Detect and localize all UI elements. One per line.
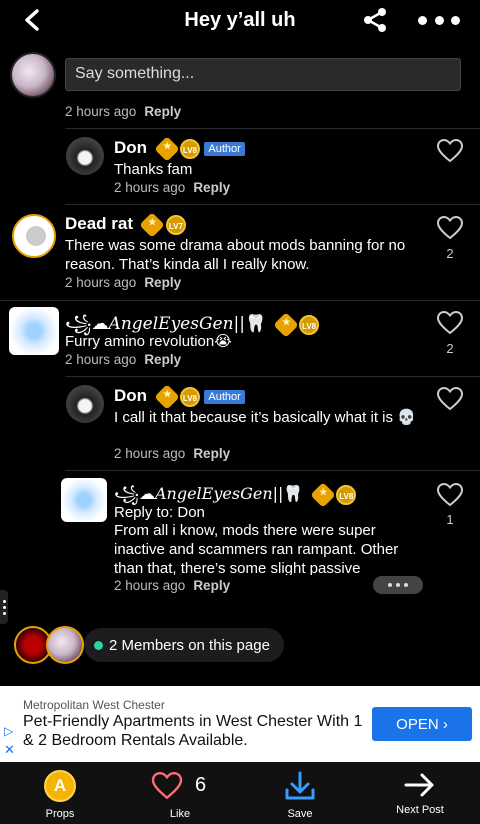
reply-button[interactable]: Reply <box>193 446 230 461</box>
like-heart-icon[interactable] <box>437 387 463 411</box>
comment-meta: 2 hours ago Reply <box>65 275 181 290</box>
comment-meta: 2 hours ago Reply <box>114 446 230 461</box>
comment-text: There was some drama about mods banning … <box>65 237 406 273</box>
members-online-pill[interactable]: 2 Members on this page <box>84 628 284 662</box>
title-badge-icon <box>153 384 180 410</box>
avatar[interactable] <box>66 137 104 175</box>
back-icon[interactable] <box>18 6 46 34</box>
next-post-button[interactable]: Next Post <box>360 762 480 824</box>
online-dot-icon <box>94 640 103 650</box>
comment-time: 2 hours ago <box>114 578 186 593</box>
commenter-name[interactable]: Don <box>114 138 147 157</box>
level-badge: LV8 <box>179 138 200 159</box>
like-heart-icon[interactable] <box>437 483 463 507</box>
save-button[interactable]: Save <box>240 762 360 824</box>
comment-time: 2 hours ago <box>65 352 137 367</box>
props-coin-icon: A <box>44 770 76 802</box>
ad-open-button[interactable]: OPEN › <box>372 707 472 741</box>
avatar[interactable] <box>9 307 59 355</box>
download-icon <box>285 771 315 800</box>
members-label: 2 Members on this page <box>109 636 270 654</box>
ad-info-icon[interactable]: ▷ <box>4 724 16 740</box>
title-badge-icon <box>139 212 166 238</box>
like-heart-icon[interactable] <box>437 139 463 163</box>
like-count: 6 <box>195 774 207 796</box>
reply-button[interactable]: Reply <box>144 352 181 367</box>
more-options-icon[interactable] <box>418 8 460 32</box>
comment-composer: Say something... <box>0 50 480 102</box>
like-count: 1 <box>446 512 454 527</box>
props-label: Props <box>45 808 75 820</box>
reply-to-label[interactable]: Reply to: Don <box>114 503 205 522</box>
like-count: 2 <box>446 246 454 261</box>
level-badge: LV8 <box>336 484 357 505</box>
bottom-nav: A Props 6 Like Save Next Post <box>0 762 480 824</box>
like-button[interactable]: 6 Like <box>120 762 240 824</box>
ad-headline[interactable]: Pet-Friendly Apartments in West Chester … <box>23 712 363 750</box>
comment-header: Don LV8 Author <box>114 136 245 162</box>
arrow-right-icon <box>404 773 434 797</box>
side-drawer-handle[interactable] <box>0 590 8 624</box>
comment-header: Dead rat LV7 <box>65 212 186 238</box>
reply-button[interactable]: Reply <box>144 104 181 119</box>
ad-close-icon[interactable]: ✕ <box>4 742 16 758</box>
comment-header: Don LV8 Author <box>114 384 245 410</box>
comment-text: Furry amino revolution😭 <box>65 333 232 350</box>
comment-text: From all i know, mods there were super i… <box>114 522 399 575</box>
comment-text: Thanks fam <box>114 161 193 178</box>
comment-time: 2 hours ago <box>114 446 186 461</box>
comment-meta: 2 hours ago Reply <box>65 104 181 119</box>
like-label: Like <box>169 808 191 820</box>
avatar[interactable] <box>61 478 107 522</box>
level-badge: LV8 <box>299 314 320 335</box>
commenter-name[interactable]: Don <box>114 386 147 405</box>
like-count: 2 <box>446 341 454 356</box>
title-badge-icon <box>310 482 336 508</box>
commenter-name[interactable]: ꧁☁︎𝐴𝑛𝑔𝑒𝑙𝐸𝑦𝑒𝑠𝐺𝑒𝑛||🦷 <box>114 484 303 503</box>
comment-meta: 2 hours ago Reply <box>114 578 230 593</box>
avatar[interactable] <box>66 385 104 423</box>
props-button[interactable]: A Props <box>0 762 120 824</box>
my-avatar[interactable] <box>10 52 56 98</box>
share-icon[interactable] <box>361 6 389 34</box>
level-badge: LV8 <box>179 386 200 407</box>
like-heart-icon[interactable] <box>437 311 463 335</box>
author-badge: Author <box>204 141 245 156</box>
ad-open-label: OPEN <box>396 715 439 733</box>
title-badge-icon <box>272 312 299 338</box>
author-badge: Author <box>204 389 245 404</box>
top-bar: Hey y’all uh <box>0 0 480 40</box>
comment-time: 2 hours ago <box>65 104 137 119</box>
reply-button[interactable]: Reply <box>193 578 230 593</box>
avatar[interactable] <box>12 214 56 258</box>
comment-text: I call it that because it’s basically wh… <box>114 409 416 426</box>
ad-source: Metropolitan West Chester <box>23 698 165 712</box>
commenter-name[interactable]: Dead rat <box>65 214 133 233</box>
next-post-label: Next Post <box>396 804 444 816</box>
ad-banner[interactable]: Metropolitan West Chester Pet-Friendly A… <box>0 686 480 762</box>
post-title: Hey y’all uh <box>184 8 296 31</box>
comment-time: 2 hours ago <box>65 275 137 290</box>
level-badge: LV7 <box>165 214 186 235</box>
expand-more-button[interactable] <box>373 576 423 594</box>
title-badge-icon <box>153 136 180 162</box>
comment-time: 2 hours ago <box>114 180 186 195</box>
comment-meta: 2 hours ago Reply <box>114 180 230 195</box>
reply-button[interactable]: Reply <box>144 275 181 290</box>
comment-meta: 2 hours ago Reply <box>65 352 181 367</box>
like-heart-icon[interactable] <box>437 216 463 240</box>
save-label: Save <box>287 808 313 820</box>
comment-input[interactable]: Say something... <box>65 58 461 91</box>
commenter-name[interactable]: ꧁☁︎𝐴𝑛𝑔𝑒𝑙𝐸𝑦𝑒𝑠𝐺𝑒𝑛||🦷 <box>65 314 266 334</box>
member-avatar[interactable] <box>46 626 84 664</box>
reply-button[interactable]: Reply <box>193 180 230 195</box>
like-heart-icon <box>151 772 183 800</box>
